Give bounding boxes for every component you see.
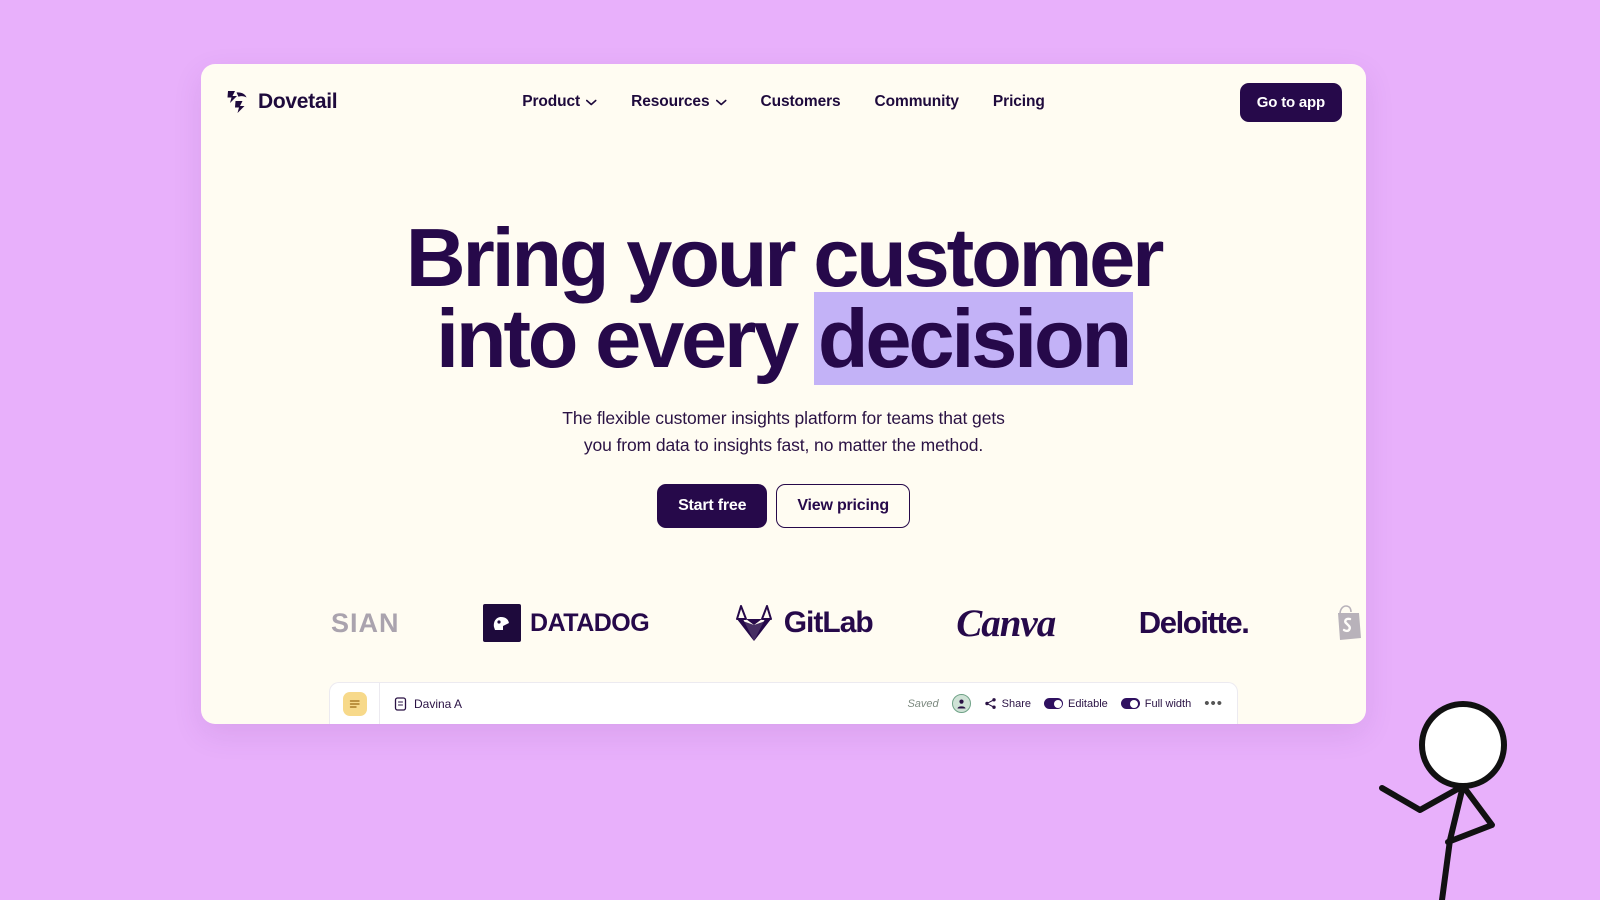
- start-free-button[interactable]: Start free: [657, 484, 768, 529]
- logo-atlassian-text: SIAN: [331, 607, 400, 638]
- chevron-down-icon: [715, 99, 727, 105]
- editable-label: Editable: [1068, 697, 1108, 710]
- datadog-dog-icon: [493, 617, 510, 631]
- logo-atlassian: SIAN: [211, 608, 400, 639]
- view-pricing-button[interactable]: View pricing: [776, 484, 910, 529]
- app-preview-document[interactable]: Davina A: [394, 697, 462, 711]
- datadog-mark-icon: [483, 604, 522, 643]
- nav-item-label: Pricing: [992, 93, 1045, 110]
- sticky-note-icon[interactable]: [342, 691, 367, 716]
- logo-shopify: S: [1332, 604, 1366, 642]
- hero-actions: Start free View pricing: [201, 484, 1366, 529]
- shopify-bag-icon: [1337, 605, 1361, 641]
- avatar[interactable]: [951, 694, 971, 713]
- app-preview-document-title: Davina A: [414, 696, 463, 711]
- hero-title-line-2: into every decision: [201, 291, 1366, 385]
- logo-datadog-text: DATADOG: [530, 608, 650, 637]
- logo-datadog: DATADOG: [483, 604, 650, 643]
- dovetail-bird-icon: [227, 91, 247, 113]
- logo-gitlab-text: GitLab: [783, 606, 874, 640]
- nav-item-resources[interactable]: Resources: [631, 93, 727, 111]
- editable-toggle[interactable]: Editable: [1044, 698, 1108, 710]
- brand-logo[interactable]: Dovetail: [225, 89, 338, 115]
- share-button[interactable]: Share: [984, 697, 1031, 710]
- document-icon: [394, 696, 407, 711]
- hero-title-prefix: into every: [435, 291, 816, 385]
- nav-item-label: Customers: [760, 93, 841, 110]
- hero-subtitle-line-1: The flexible customer insights platform …: [562, 408, 1005, 428]
- note-lines-icon: [349, 699, 360, 708]
- nav-item-label: Product: [522, 93, 581, 110]
- share-icon: [984, 698, 996, 709]
- chevron-down-icon: [586, 99, 597, 105]
- more-options-icon[interactable]: •••: [1204, 696, 1223, 711]
- app-preview-panel: Davina A Saved Share Editable Full width…: [329, 682, 1238, 724]
- full-width-toggle-switch[interactable]: [1120, 698, 1140, 709]
- nav-item-pricing[interactable]: Pricing: [993, 93, 1045, 111]
- nav-item-community[interactable]: Community: [875, 93, 959, 111]
- share-label: Share: [1001, 697, 1031, 710]
- full-width-toggle[interactable]: Full width: [1120, 697, 1192, 710]
- editable-toggle-switch[interactable]: [1044, 698, 1063, 709]
- hero-title-line-1: Bring your customer: [405, 211, 1165, 304]
- gitlab-fox-icon: [735, 605, 772, 642]
- stick-figure-icon: [1379, 701, 1507, 900]
- site-header: Dovetail Product Resources Customers Com…: [201, 64, 1366, 140]
- full-width-label: Full width: [1144, 697, 1192, 710]
- nav-item-label: Resources: [631, 93, 710, 110]
- app-preview-sidebar: [330, 683, 380, 724]
- go-to-app-button[interactable]: Go to app: [1239, 82, 1342, 122]
- hero-subtitle-line-2: you from data to insights fast, no matte…: [583, 435, 984, 456]
- website-card: Dovetail Product Resources Customers Com…: [201, 64, 1366, 724]
- hero-subtitle: The flexible customer insights platform …: [201, 405, 1366, 459]
- logo-canva: Canva: [956, 601, 1056, 646]
- app-preview-toolbar: Davina A Saved Share Editable Full width…: [380, 683, 1237, 724]
- hero-section: Bring your customer into every decision …: [201, 140, 1366, 529]
- logo-deloitte: Deloitte.: [1138, 605, 1250, 641]
- user-avatar-icon: [957, 699, 966, 709]
- nav-item-product[interactable]: Product: [522, 93, 597, 111]
- nav-item-customers[interactable]: Customers: [760, 93, 840, 111]
- main-navigation: Product Resources Customers Community Pr…: [522, 93, 1045, 111]
- nav-item-label: Community: [874, 93, 959, 110]
- saved-status: Saved: [907, 697, 939, 710]
- logo-canva-text: Canva: [956, 601, 1056, 645]
- customer-logo-strip: SIAN DATADOG GitLab Canva Deloitte.: [201, 590, 1366, 656]
- page-title: Bring your customer into every decision: [201, 211, 1366, 385]
- logo-gitlab: GitLab: [733, 603, 874, 643]
- hero-title-highlight: decision: [813, 291, 1134, 385]
- logo-deloitte-text: Deloitte.: [1138, 605, 1250, 641]
- app-preview-controls: Saved Share Editable Full width •••: [907, 694, 1223, 713]
- brand-name: Dovetail: [258, 90, 338, 113]
